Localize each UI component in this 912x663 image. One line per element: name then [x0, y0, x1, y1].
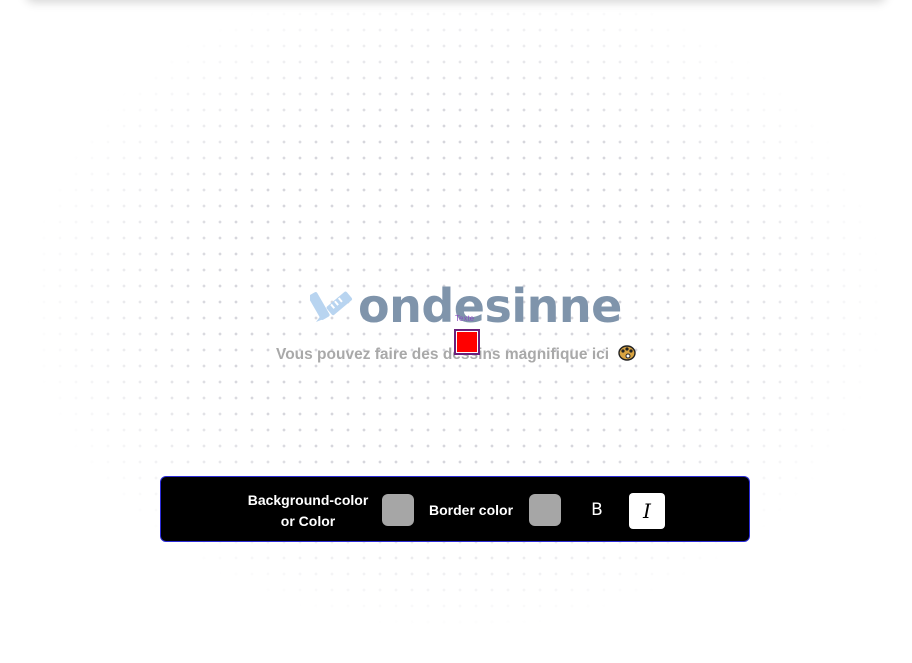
pencil-ruler-icon: [310, 291, 352, 322]
border-color-picker[interactable]: [529, 494, 561, 526]
italic-button[interactable]: I: [629, 493, 665, 529]
artist-palette-icon: [618, 345, 637, 361]
brand-name: ondesinne: [358, 279, 622, 333]
app-page: ondesinne Vous pouvez faire des dessins …: [0, 0, 912, 663]
demo-element-label: Texte: [455, 314, 475, 323]
bold-button[interactable]: B: [581, 494, 613, 526]
background-color-label: Background-color or Color: [247, 492, 369, 529]
demo-styled-element[interactable]: [454, 329, 480, 355]
border-color-label: Border color: [429, 502, 514, 518]
style-toolbar: Background-color or Color Border color B…: [160, 476, 750, 542]
hero-subtitle-text: Vous pouvez faire des dessins magnifique…: [276, 346, 610, 363]
background-color-picker[interactable]: [382, 494, 414, 526]
